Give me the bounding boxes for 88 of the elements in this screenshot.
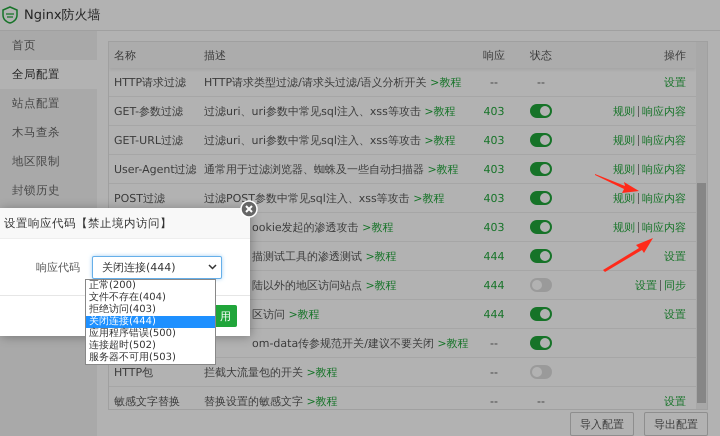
- toggle-switch[interactable]: [530, 133, 552, 147]
- table-cell-text: --: [489, 394, 499, 408]
- action-link[interactable]: 设置: [664, 394, 686, 408]
- table-cell: --: [537, 394, 545, 408]
- table-cell-text: --: [489, 366, 499, 378]
- config-button[interactable]: 导出配置: [644, 412, 708, 436]
- window-title: Nginx防火墙: [24, 7, 101, 24]
- config-button[interactable]: 导入配置: [570, 412, 634, 436]
- tutorial-link[interactable]: >教程: [430, 76, 462, 88]
- tutorial-link[interactable]: >教程: [424, 104, 456, 118]
- table-cell: 陆以外的地区访问站点: [252, 278, 362, 292]
- table-cell-text: 444: [482, 278, 506, 292]
- toggle-switch[interactable]: [530, 278, 552, 292]
- table-cell: 过滤uri、uri参数中常见sql注入、xss等攻击: [204, 134, 421, 146]
- table-cell-text: POST过滤: [114, 190, 166, 206]
- table-cell-text: 403: [482, 162, 506, 176]
- annotation-arrow: [603, 238, 653, 272]
- scrollbar[interactable]: [696, 42, 707, 409]
- column-header: 描述: [204, 48, 227, 62]
- toggle-switch[interactable]: [530, 104, 552, 118]
- table-cell: 区访问: [252, 308, 285, 320]
- toggle-switch[interactable]: [530, 365, 552, 379]
- column-header: 状态: [529, 48, 553, 62]
- toggle-switch[interactable]: [530, 336, 552, 350]
- tutorial-link[interactable]: >教程: [437, 336, 469, 350]
- tutorial-link[interactable]: >教程: [306, 394, 338, 408]
- action-link[interactable]: 响应内容: [642, 132, 686, 148]
- table-cell-text: User-Agent过滤: [114, 162, 198, 176]
- action-link[interactable]: 响应内容: [642, 190, 686, 206]
- action-link[interactable]: 响应内容: [642, 104, 686, 118]
- table-cell-text: GET-参数过滤: [114, 104, 184, 118]
- table-cell-text: 403: [482, 220, 506, 234]
- table-cell: HTTP请求类型过滤/请求头过滤/语义分析开关: [204, 76, 427, 88]
- table-cell-text: 403: [482, 192, 506, 204]
- toggle-switch[interactable]: [530, 220, 552, 234]
- action-link[interactable]: 设置: [635, 278, 657, 292]
- field-label: 响应代码: [36, 260, 80, 274]
- action-link[interactable]: 响应内容: [642, 162, 686, 176]
- table-cell: 替换设置的敏感文字: [204, 394, 303, 408]
- action-link[interactable]: 规则: [613, 190, 635, 206]
- table-cell: 过滤uri、uri参数中常见sql注入、xss等攻击: [204, 104, 421, 118]
- table-cell-text: 444: [482, 308, 506, 320]
- action-link[interactable]: 规则: [613, 132, 635, 148]
- table-cell: --: [537, 76, 545, 88]
- column-header: 名称: [114, 48, 137, 62]
- action-link[interactable]: 设置: [664, 248, 686, 264]
- action-link[interactable]: 响应内容: [642, 220, 686, 234]
- table-cell-text: 444: [482, 250, 506, 262]
- action-link[interactable]: 规则: [613, 162, 635, 176]
- column-header: 响应: [482, 48, 506, 62]
- tutorial-link[interactable]: >教程: [424, 134, 456, 146]
- table-cell-text: HTTP包: [114, 364, 154, 380]
- dialog-title: 设置响应代码【禁止境内访问】: [0, 208, 250, 239]
- table-cell: 描测试工具的渗透测试: [252, 250, 362, 262]
- toggle-switch[interactable]: [530, 191, 552, 205]
- tutorial-link[interactable]: >教程: [362, 220, 394, 234]
- action-link[interactable]: 设置: [664, 306, 686, 322]
- table-cell: om-data传参规范开关/建议不要关闭: [252, 336, 434, 350]
- toggle-switch[interactable]: [530, 162, 552, 176]
- table-cell-text: HTTP请求过滤: [114, 74, 188, 90]
- sidebar-item[interactable]: 全局配置: [0, 60, 97, 89]
- table-cell-text: GET-URL过滤: [114, 132, 184, 148]
- shield-logo-icon: [2, 6, 18, 24]
- action-link[interactable]: 同步: [664, 278, 686, 292]
- table-cell: 通常用于过滤浏览器、蜘蛛及一些自动扫描器: [204, 162, 424, 176]
- table-cell: 拦截大流量包的开关: [204, 366, 303, 378]
- tutorial-link[interactable]: >教程: [428, 162, 459, 176]
- table-cell: ookie发起的渗透攻击: [252, 220, 359, 234]
- toggle-switch[interactable]: [530, 249, 552, 263]
- tutorial-link[interactable]: >教程: [413, 192, 444, 204]
- response-code-select[interactable]: 关闭连接(444): [92, 256, 222, 278]
- table-cell-text: 敏感文字替换: [114, 394, 181, 408]
- toggle-switch[interactable]: [530, 307, 552, 321]
- action-link[interactable]: 规则: [613, 220, 635, 234]
- dropdown-option[interactable]: 关闭连接(444): [86, 316, 215, 328]
- table-cell-text: --: [489, 336, 499, 350]
- chevron-down-icon: [208, 264, 217, 270]
- tutorial-link[interactable]: >教程: [288, 308, 320, 320]
- tutorial-link[interactable]: >教程: [366, 250, 397, 262]
- tutorial-link[interactable]: >教程: [366, 278, 397, 292]
- action-link[interactable]: 设置: [664, 74, 686, 90]
- tutorial-link[interactable]: >教程: [306, 366, 338, 378]
- table-cell: 过滤POST参数中常见sql注入、xss等攻击: [204, 192, 410, 204]
- table-cell-text: 403: [482, 104, 506, 118]
- table-cell-text: --: [489, 76, 499, 88]
- action-link[interactable]: 规则: [613, 104, 635, 118]
- column-header: 操作: [663, 48, 686, 62]
- table-cell-text: 403: [482, 134, 506, 146]
